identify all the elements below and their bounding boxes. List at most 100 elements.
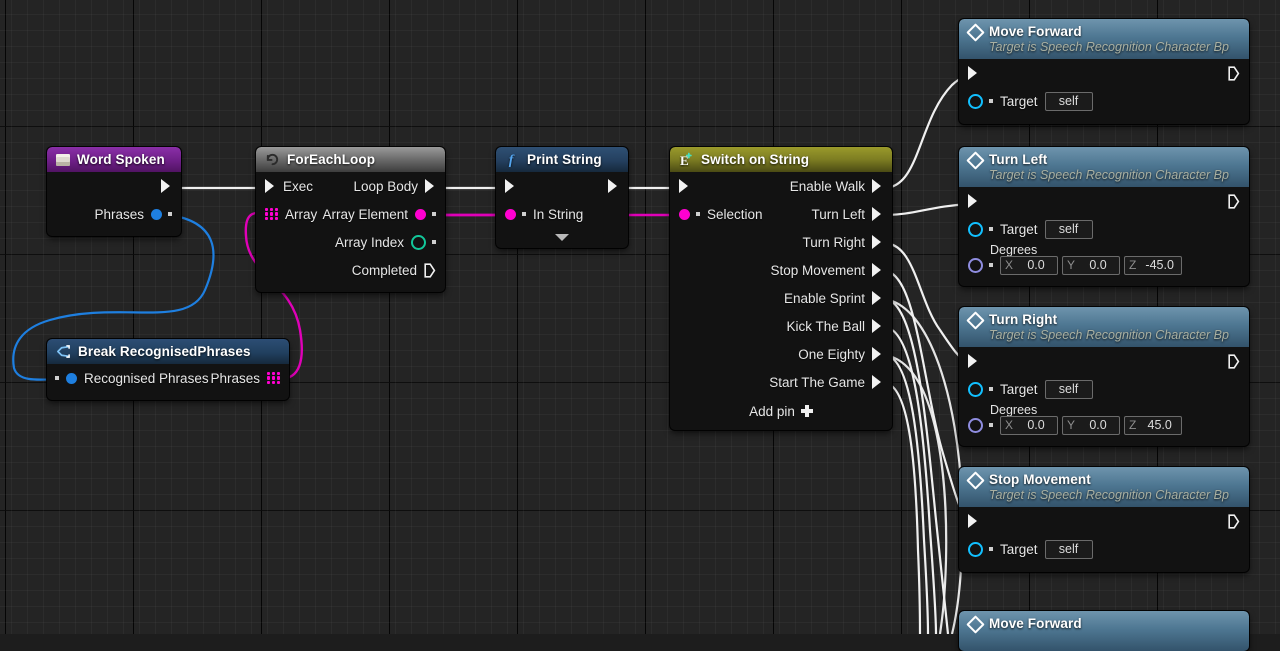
completed-out-pin[interactable]: [424, 262, 436, 278]
degrees-in-pin[interactable]: [968, 417, 983, 433]
node-word-spoken[interactable]: Word Spoken Phrases: [47, 147, 181, 236]
case-out-pin-5[interactable]: [872, 319, 883, 333]
pin-row-recognised-phrases[interactable]: Recognised Phrases Phrases: [47, 364, 289, 392]
pin-row-exec[interactable]: [959, 347, 1249, 375]
pin-row-target[interactable]: Target self: [959, 87, 1249, 115]
pin-row-case-2[interactable]: Turn Right: [670, 228, 892, 256]
node-title: Move Forward: [989, 24, 1082, 39]
degrees-x-field[interactable]: X 0.0: [1000, 415, 1058, 435]
target-in-pin[interactable]: [968, 93, 983, 109]
diamond-icon: [968, 473, 982, 487]
pin-row-case-6[interactable]: One Eighty: [670, 340, 892, 368]
pin-row-phrases-out[interactable]: Phrases: [47, 200, 181, 228]
exec-in-pin[interactable]: [968, 514, 979, 528]
loop-body-out-pin[interactable]: [425, 179, 436, 193]
degrees-y-field[interactable]: Y 0.0: [1062, 255, 1120, 275]
exec-out-pin[interactable]: [1228, 65, 1240, 81]
pin-row-case-7[interactable]: Start The Game: [670, 368, 892, 396]
target-value[interactable]: self: [1044, 539, 1093, 559]
node-move-forward-2[interactable]: Move Forward: [959, 611, 1249, 651]
case-out-pin-6[interactable]: [872, 347, 883, 361]
array-index-out-pin[interactable]: [411, 234, 426, 250]
node-turn-left[interactable]: Turn Left Target is Speech Recognition C…: [959, 147, 1249, 286]
exec-out-pin[interactable]: [1228, 353, 1240, 369]
event-icon: [56, 153, 70, 166]
degrees-in-pin[interactable]: [968, 257, 983, 273]
pin-label-selection: Selection: [707, 206, 763, 222]
node-switch-on-string[interactable]: E Switch on String Enable Walk Selection: [670, 147, 892, 430]
pin-row-target[interactable]: Target self: [959, 535, 1249, 563]
case-out-pin-7[interactable]: [872, 375, 883, 389]
target-in-pin[interactable]: [968, 541, 983, 557]
phrases-array-out-pin[interactable]: [267, 371, 280, 385]
case-out-pin-0[interactable]: [872, 179, 883, 193]
node-for-each-loop[interactable]: ForEachLoop Exec Loop Body Array Array E…: [256, 147, 445, 292]
degrees-y-field[interactable]: Y 0.0: [1062, 415, 1120, 435]
degrees-z-field[interactable]: Z 45.0: [1124, 415, 1182, 435]
target-value[interactable]: self: [1044, 91, 1093, 111]
pin-row-target[interactable]: Target self: [959, 375, 1249, 403]
recognised-phrases-in-pin[interactable]: [66, 372, 77, 384]
exec-in-pin[interactable]: [968, 354, 979, 368]
case-out-pin-2[interactable]: [872, 235, 883, 249]
exec-in-pin[interactable]: [265, 179, 276, 193]
pin-label-target: Target: [1000, 541, 1038, 557]
pin-row-selection-case-1[interactable]: Selection Turn Left: [670, 200, 892, 228]
exec-out-pin[interactable]: [1228, 193, 1240, 209]
pin-row-exec[interactable]: [959, 507, 1249, 535]
exec-in-pin[interactable]: [968, 194, 979, 208]
case-out-pin-3[interactable]: [872, 263, 883, 277]
pin-row-exec[interactable]: [496, 172, 628, 200]
pin-row-case-3[interactable]: Stop Movement: [670, 256, 892, 284]
node-break-recognised-phrases[interactable]: Break RecognisedPhrases Recognised Phras…: [47, 339, 289, 400]
target-in-pin[interactable]: [968, 221, 983, 237]
add-pin-button[interactable]: Add pin: [670, 396, 892, 426]
exec-in-pin[interactable]: [505, 179, 516, 193]
target-value[interactable]: self: [1044, 379, 1093, 399]
pin-row-exec[interactable]: [959, 187, 1249, 215]
pin-row-exec[interactable]: [959, 59, 1249, 87]
array-in-pin[interactable]: [265, 207, 278, 221]
pin-row-target[interactable]: Target self: [959, 215, 1249, 243]
node-stop-movement[interactable]: Stop Movement Target is Speech Recogniti…: [959, 467, 1249, 572]
case-out-pin-1[interactable]: [872, 207, 883, 221]
pin-row-array-index[interactable]: Array Index: [256, 228, 445, 256]
exec-out-pin[interactable]: [1228, 513, 1240, 529]
array-element-out-pin[interactable]: [415, 208, 426, 220]
node-move-forward-1[interactable]: Move Forward Target is Speech Recognitio…: [959, 19, 1249, 124]
exec-out-pin[interactable]: [161, 179, 172, 193]
exec-in-pin[interactable]: [679, 179, 690, 193]
selection-in-pin[interactable]: [679, 208, 690, 220]
node-subtitle: [959, 630, 1249, 651]
pin-row-case-4[interactable]: Enable Sprint: [670, 284, 892, 312]
node-title: Break RecognisedPhrases: [78, 344, 251, 359]
pin-row-exec-out[interactable]: [47, 172, 181, 200]
pin-label-target: Target: [1000, 381, 1038, 397]
expand-caret-icon[interactable]: [496, 228, 628, 246]
pin-label-array-element: Array Element: [322, 206, 408, 222]
node-print-string[interactable]: f Print String In String: [496, 147, 628, 248]
pin-row-case-5[interactable]: Kick The Ball: [670, 312, 892, 340]
phrases-out-pin[interactable]: [151, 208, 162, 220]
pin-row-in-string[interactable]: In String: [496, 200, 628, 228]
blueprint-graph-canvas[interactable]: Word Spoken Phrases Break RecognisedPhra…: [0, 0, 1280, 651]
pin-label-target: Target: [1000, 93, 1038, 109]
degrees-x-field[interactable]: X 0.0: [1000, 255, 1058, 275]
node-header: Stop Movement Target is Speech Recogniti…: [959, 467, 1249, 507]
pin-row-degrees[interactable]: X 0.0 Y 0.0 Z 45.0: [959, 414, 1249, 436]
node-turn-right[interactable]: Turn Right Target is Speech Recognition …: [959, 307, 1249, 446]
pin-row-exec-case-0[interactable]: Enable Walk: [670, 172, 892, 200]
node-subtitle: Target is Speech Recognition Character B…: [989, 488, 1229, 502]
exec-in-pin[interactable]: [968, 66, 979, 80]
case-out-pin-4[interactable]: [872, 291, 883, 305]
in-string-pin[interactable]: [505, 208, 516, 220]
pin-row-exec-loopbody[interactable]: Exec Loop Body: [256, 172, 445, 200]
pin-row-completed[interactable]: Completed: [256, 256, 445, 284]
target-value[interactable]: self: [1044, 219, 1093, 239]
pin-row-array-element[interactable]: Array Array Element: [256, 200, 445, 228]
pin-row-degrees[interactable]: X 0.0 Y 0.0 Z -45.0: [959, 254, 1249, 276]
target-in-pin[interactable]: [968, 381, 983, 397]
node-header: Move Forward Target is Speech Recognitio…: [959, 19, 1249, 59]
exec-out-pin[interactable]: [608, 179, 619, 193]
degrees-z-field[interactable]: Z -45.0: [1124, 255, 1182, 275]
